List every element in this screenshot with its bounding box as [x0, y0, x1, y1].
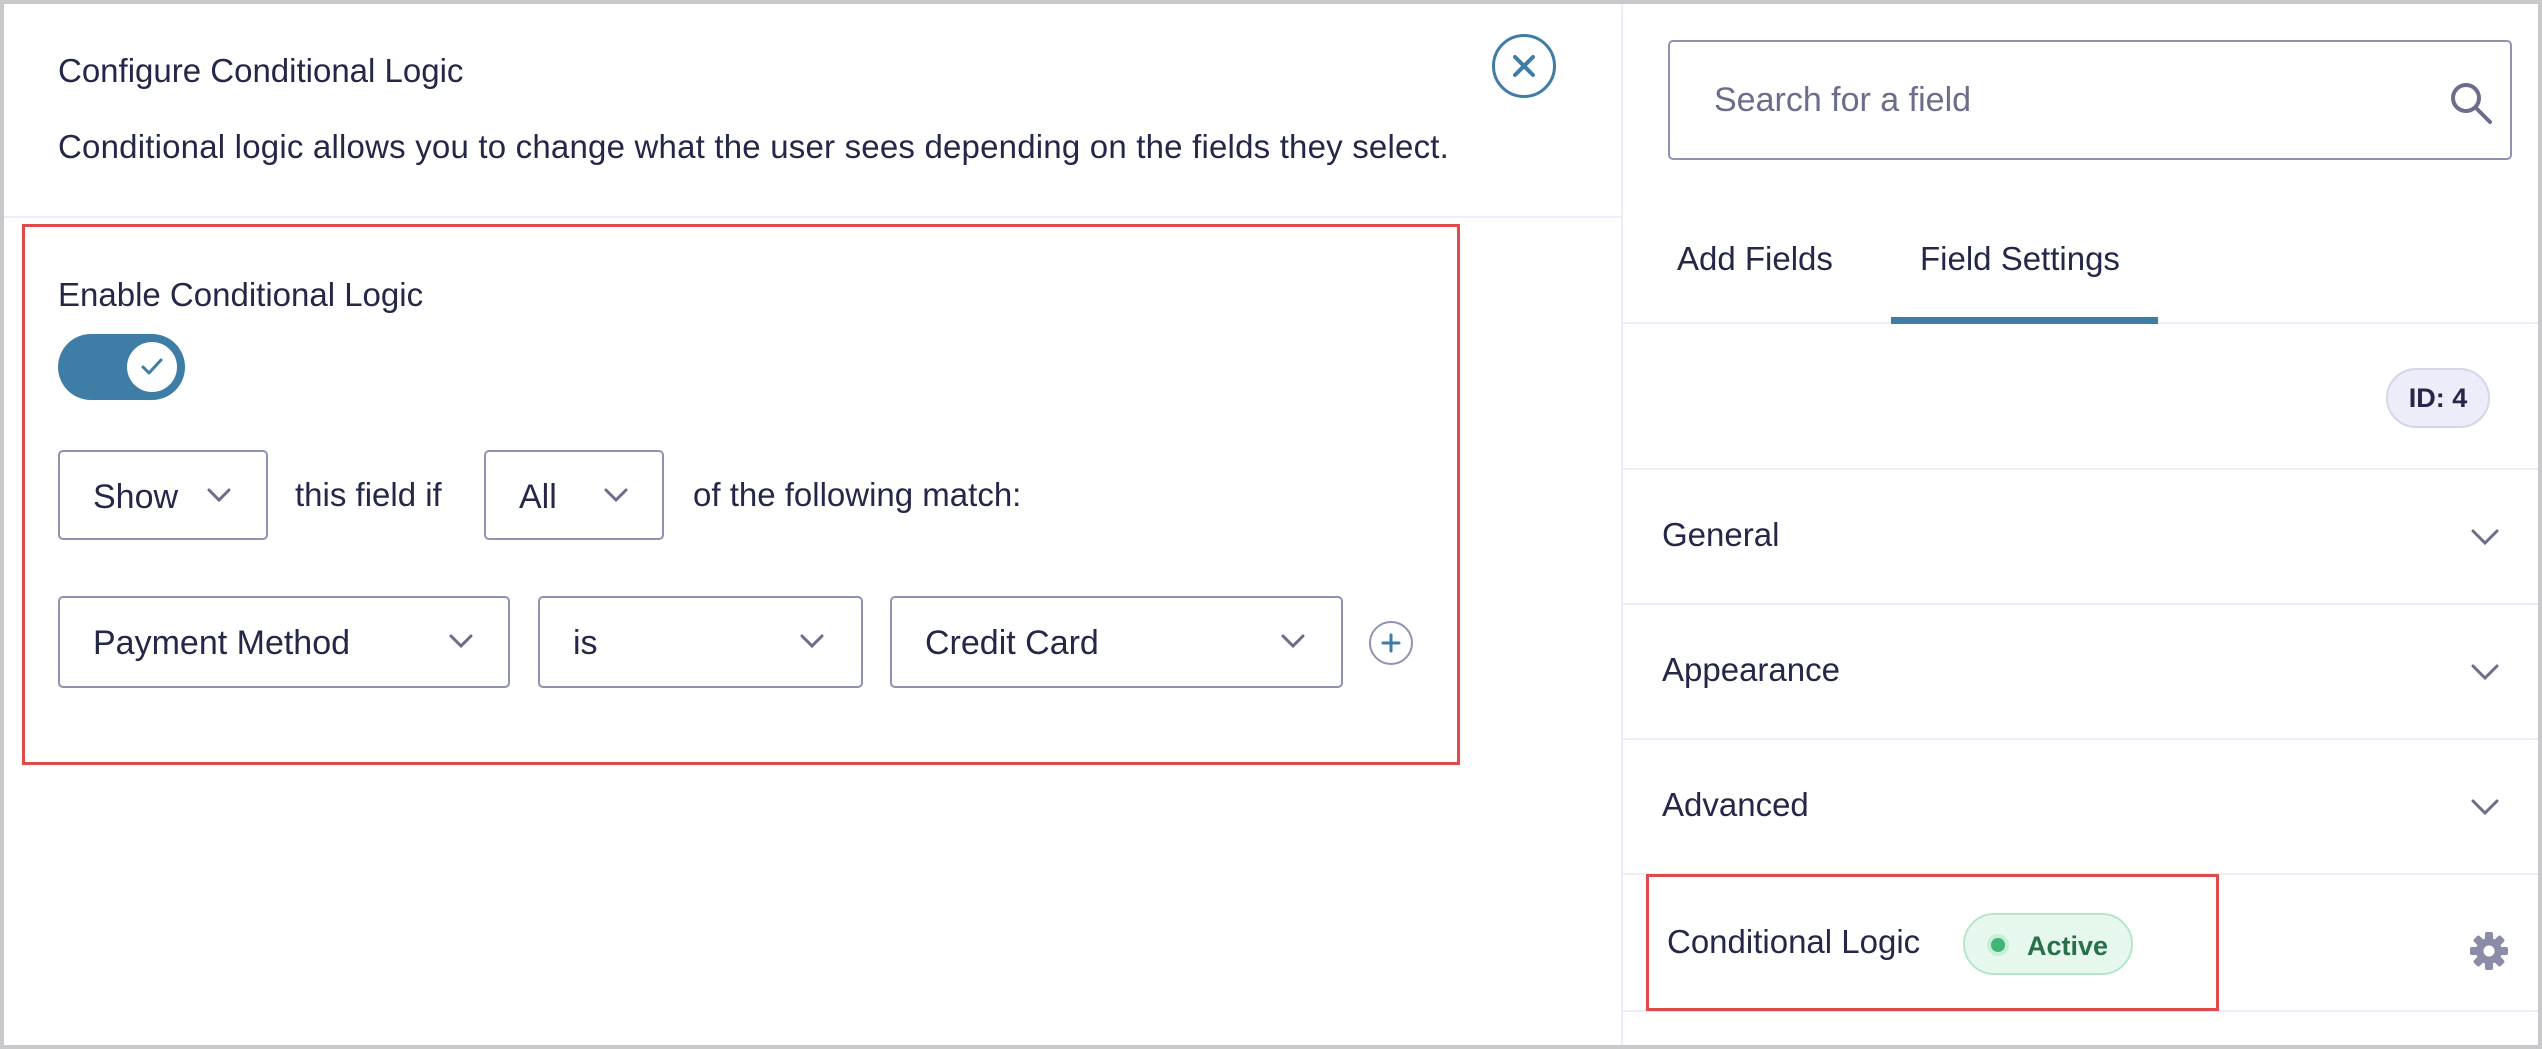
- chevron-down-icon: [2471, 529, 2499, 546]
- search-box: [1668, 40, 2512, 160]
- search-input[interactable]: [1672, 44, 2412, 156]
- tab-add-fields-label: Add Fields: [1677, 240, 1833, 277]
- close-button[interactable]: [1492, 34, 1556, 98]
- section-advanced[interactable]: Advanced: [1623, 740, 2538, 875]
- chevron-down-icon: [2471, 799, 2499, 816]
- tab-field-settings-label: Field Settings: [1920, 240, 2120, 277]
- tab-add-fields[interactable]: Add Fields: [1623, 202, 1873, 324]
- conditional-logic-highlight: [22, 224, 1460, 765]
- section-advanced-label: Advanced: [1662, 786, 1809, 823]
- active-tab-indicator: [1891, 317, 2158, 324]
- section-general-label: General: [1662, 516, 1780, 553]
- chevron-down-icon: [2471, 664, 2499, 681]
- field-id-row: ID: 4: [1623, 326, 2538, 470]
- tab-field-settings[interactable]: Field Settings: [1891, 202, 2158, 324]
- modal-title: Configure Conditional Logic: [58, 52, 464, 89]
- sidebar-tabs: Add Fields Field Settings: [1623, 202, 2538, 324]
- section-appearance-label: Appearance: [1662, 651, 1840, 688]
- section-general[interactable]: General: [1623, 470, 2538, 605]
- modal-header: Configure Conditional Logic Conditional …: [4, 4, 1621, 218]
- close-icon: [1513, 55, 1535, 77]
- modal-description: Conditional logic allows you to change w…: [58, 128, 1450, 165]
- search-icon[interactable]: [2448, 80, 2494, 126]
- conditional-logic-section-highlight: [1646, 874, 2219, 1011]
- section-appearance[interactable]: Appearance: [1623, 605, 2538, 740]
- field-id-badge: ID: 4: [2386, 368, 2490, 428]
- gear-icon[interactable]: [2469, 931, 2509, 971]
